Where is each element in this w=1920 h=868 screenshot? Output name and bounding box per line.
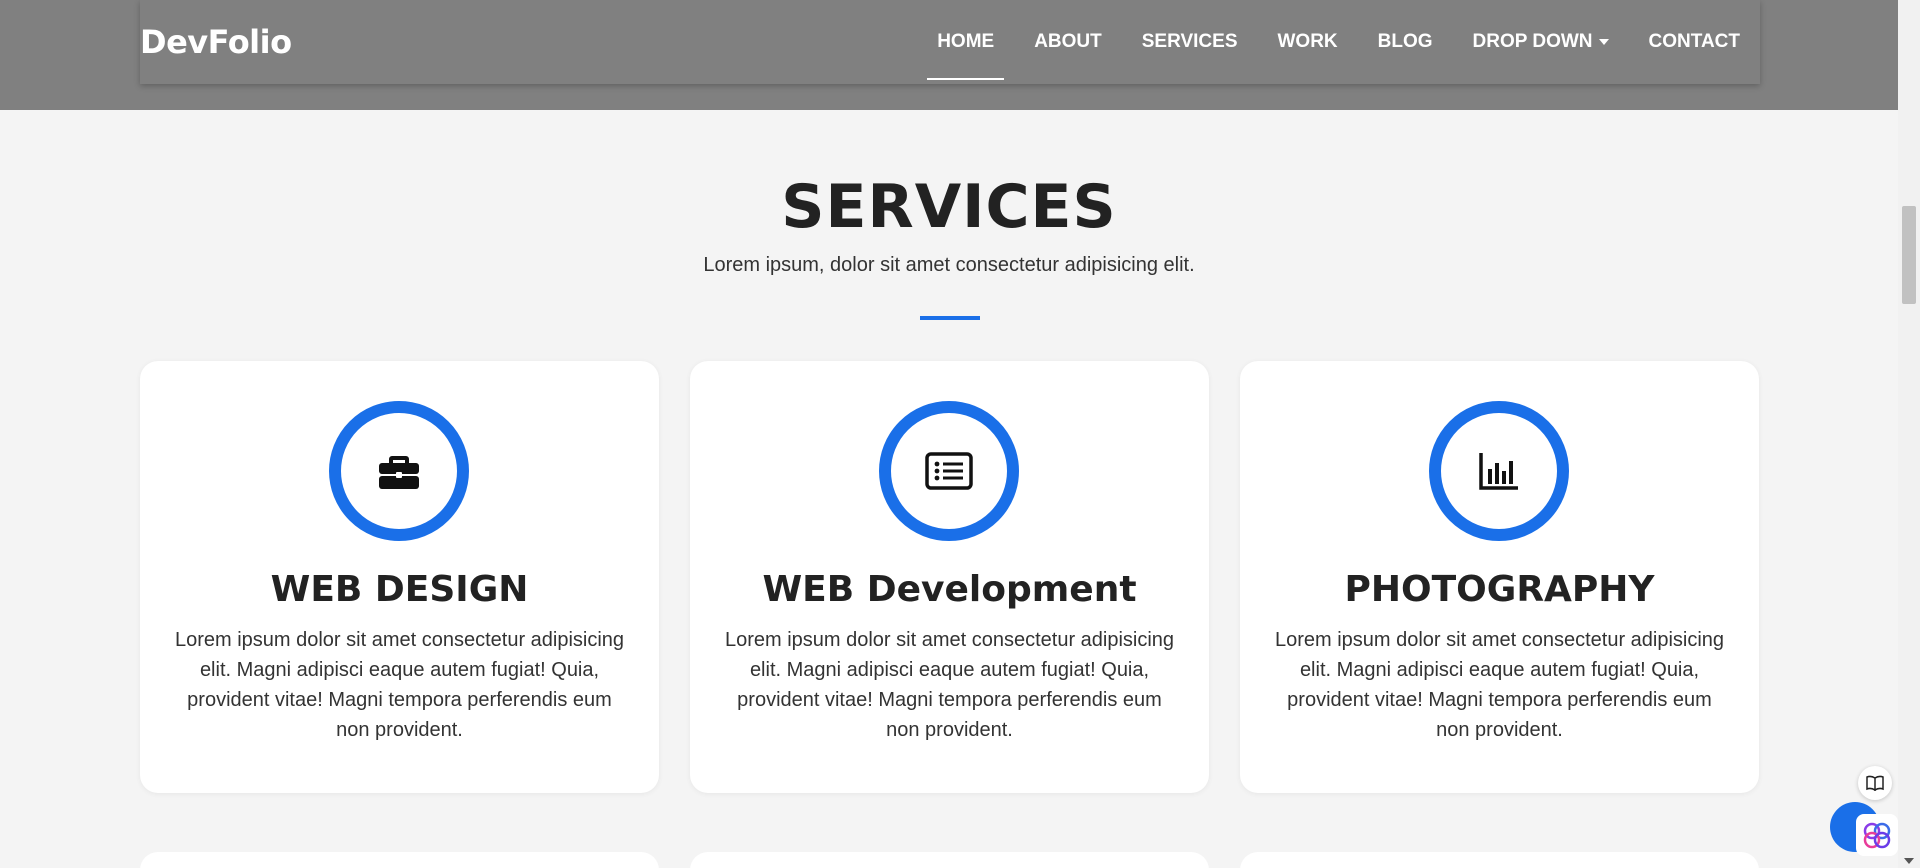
assistant-button[interactable] [1856,814,1898,856]
card-text: Lorem ipsum dolor sit amet consectetur a… [174,629,625,741]
page-scrollbar[interactable] [1898,0,1920,868]
nav-contact[interactable]: CONTACT [1649,0,1740,84]
nav-services[interactable]: SERVICES [1142,0,1238,84]
caret-down-icon [1598,39,1609,45]
card-title: PHOTOGRAPHY [1344,569,1655,610]
brand-logo[interactable]: DevFolio [140,23,292,61]
bar-chart-icon [1479,453,1518,490]
service-icon-circle [1429,401,1569,541]
scroll-down-arrow-icon[interactable] [1904,858,1914,864]
section-divider [920,316,980,320]
briefcase-icon [379,456,419,489]
service-icon-circle [879,401,1019,541]
scrollbar-thumb[interactable] [1902,206,1916,304]
section-title: SERVICES [781,172,1117,242]
card-title: WEB DESIGN [270,569,529,610]
service-card-partial [690,852,1209,868]
site-header: DevFolio HOME ABOUT SERVICES WORK BLOG D… [140,0,1760,84]
nav-work[interactable]: WORK [1278,0,1338,84]
nav-dropdown-label: DROP DOWN [1472,31,1593,52]
card-list-icon [925,452,973,490]
reader-mode-button[interactable] [1858,766,1892,800]
book-icon [1866,775,1884,791]
service-icon-circle [329,401,469,541]
card-text: Lorem ipsum dolor sit amet consectetur a… [724,629,1175,741]
nav-blog[interactable]: BLOG [1378,0,1433,84]
nav-dropdown[interactable]: DROP DOWN [1473,0,1609,84]
nav-home[interactable]: HOME [927,0,1005,84]
service-card-photography: PHOTOGRAPHY Lorem ipsum dolor sit amet c… [1240,361,1759,793]
service-card-web-design: WEB DESIGN Lorem ipsum dolor sit amet co… [140,361,659,793]
card-title: WEB Development [762,569,1137,610]
main-nav: HOME ABOUT SERVICES WORK BLOG DROP DOWN … [897,0,1740,84]
card-text: Lorem ipsum dolor sit amet consectetur a… [1274,629,1725,741]
service-card-partial [1240,852,1759,868]
brain-icon [1863,822,1891,849]
service-card-partial [140,852,659,868]
nav-about[interactable]: ABOUT [1034,0,1102,84]
service-card-web-development: WEB Development Lorem ipsum dolor sit am… [690,361,1209,793]
section-subtitle: Lorem ipsum, dolor sit amet consectetur … [703,254,1195,276]
